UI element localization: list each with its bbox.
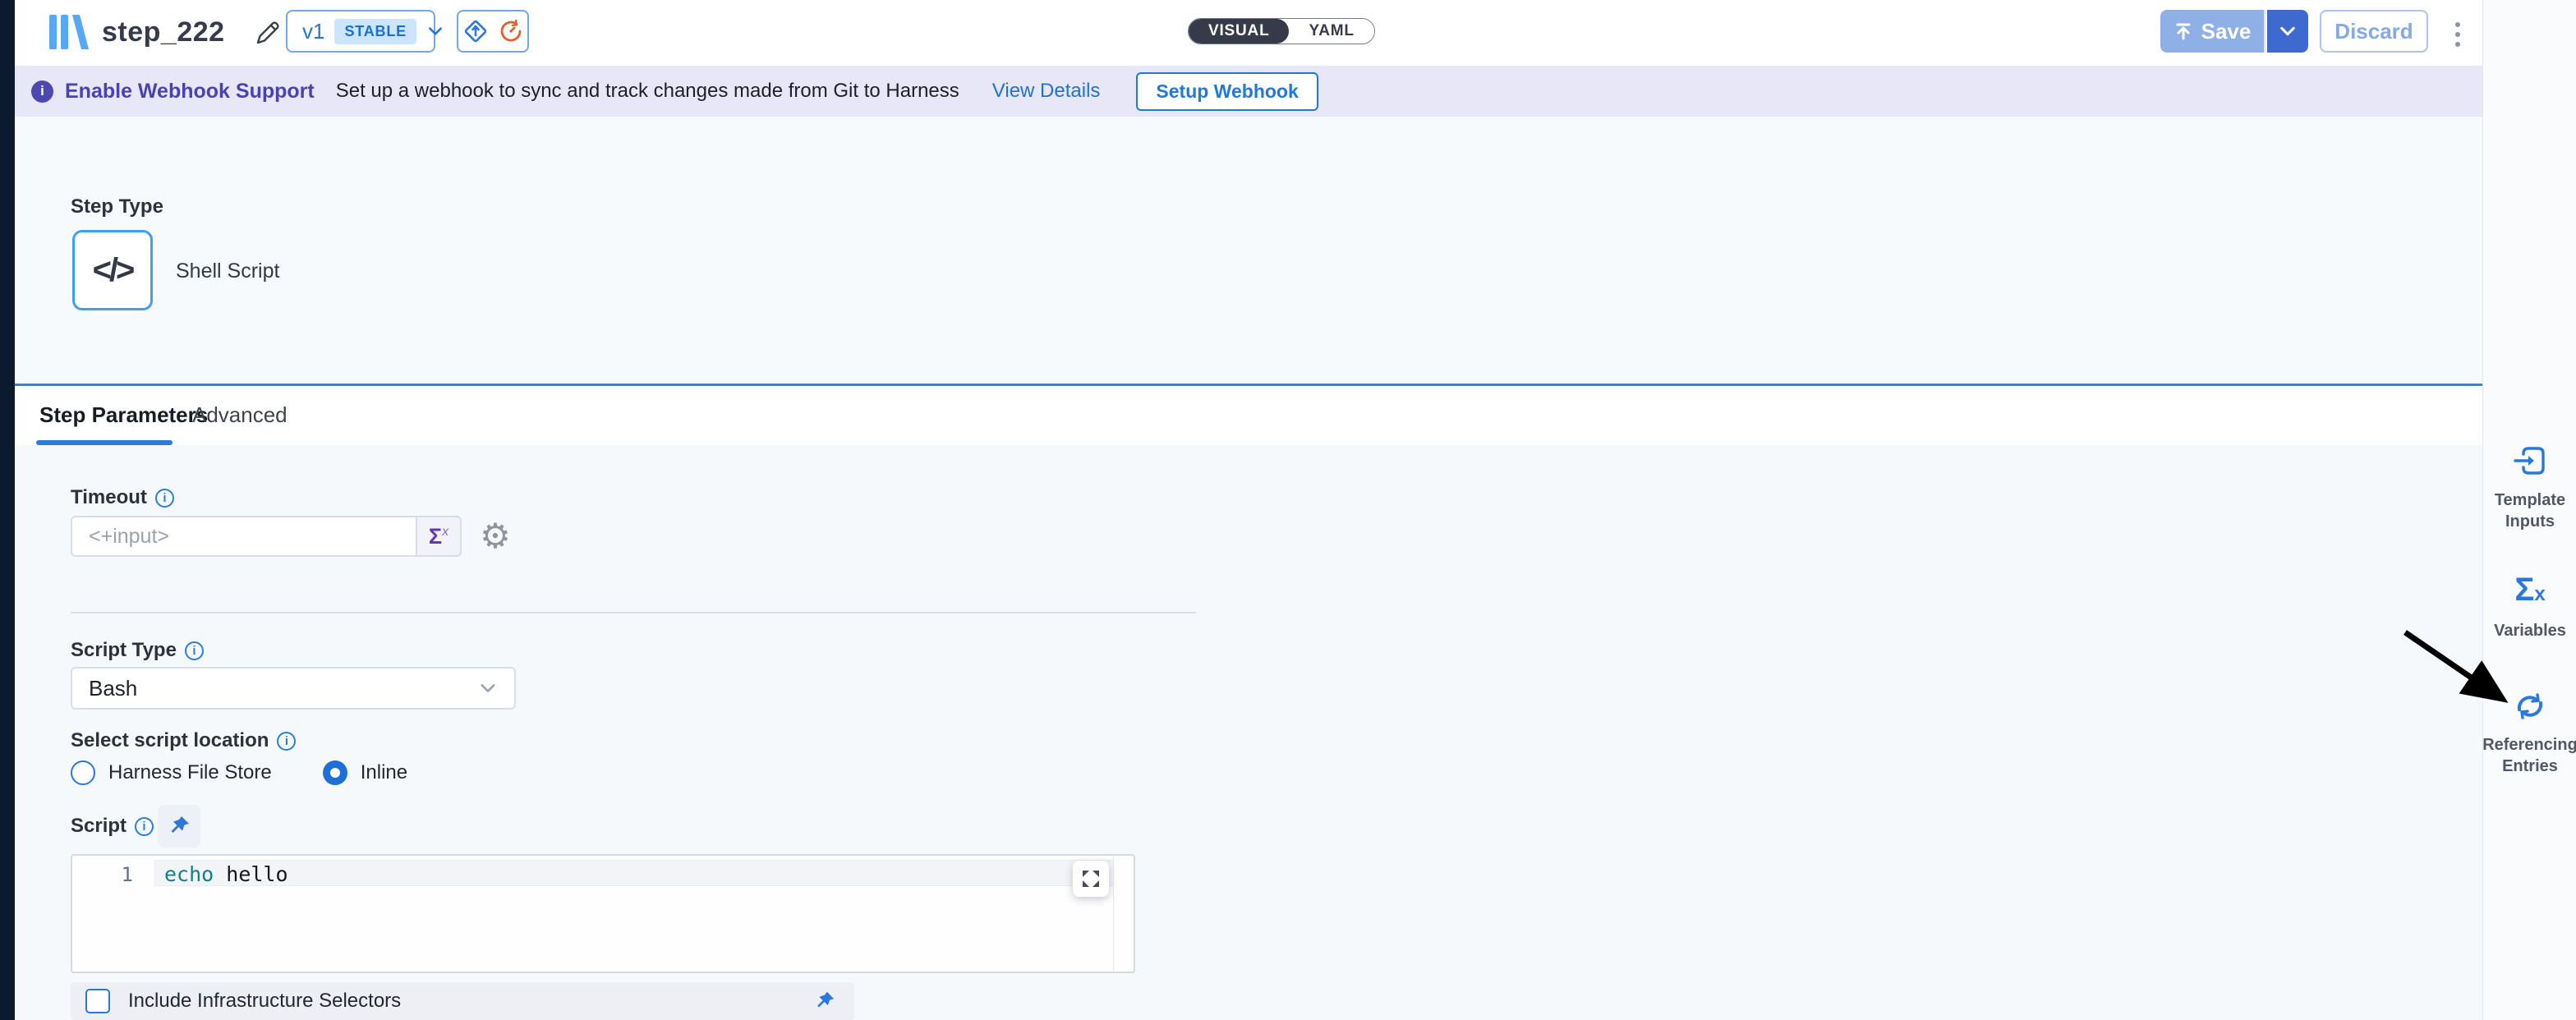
include-infra-label: Include Infrastructure Selectors (128, 990, 401, 1013)
banner-title: Enable Webhook Support (65, 80, 315, 103)
setup-webhook-button[interactable]: Setup Webhook (1136, 72, 1318, 111)
expression-input-type-button[interactable]: Σx (416, 516, 462, 557)
line-number: 1 (89, 863, 133, 886)
toggle-yaml[interactable]: YAML (1289, 19, 1373, 44)
include-infra-checkbox[interactable] (85, 989, 110, 1013)
edit-title-icon[interactable] (253, 18, 283, 48)
step-type-value: Shell Script (176, 260, 279, 283)
version-selector[interactable]: v1 STABLE (286, 10, 435, 53)
discard-button[interactable]: Discard (2320, 10, 2428, 53)
chevron-down-icon (478, 678, 498, 698)
webhook-banner: i Enable Webhook Support Set up a webhoo… (15, 66, 2482, 117)
info-icon[interactable]: i (135, 817, 154, 836)
step-type-card[interactable]: </> (72, 230, 153, 310)
code-slash-icon: </> (93, 252, 133, 289)
view-details-link[interactable]: View Details (992, 80, 1101, 103)
code-line[interactable]: echo hello (164, 862, 288, 886)
timeout-input[interactable] (71, 516, 416, 557)
template-studio-page: step_222 v1 STABLE (0, 0, 2576, 1020)
current-line-highlight (154, 860, 1114, 886)
collapsed-left-nav[interactable] (0, 0, 15, 1020)
script-type-label: Script Typei (71, 639, 204, 662)
upload-icon (2174, 21, 2193, 41)
expand-editor-button[interactable] (1073, 861, 1109, 897)
radio-inline[interactable] (323, 760, 347, 785)
tab-step-parameters[interactable]: Step Parameters (39, 402, 208, 428)
radio-label[interactable]: Harness File Store (108, 761, 272, 784)
chevron-down-icon (426, 22, 444, 40)
tab-bar (15, 388, 2482, 445)
toggle-visual[interactable]: VISUAL (1189, 19, 1289, 44)
info-icon[interactable]: i (185, 641, 204, 660)
banner-message: Set up a webhook to sync and track chang… (336, 80, 959, 103)
info-icon[interactable]: i (155, 489, 174, 508)
pin-script-button[interactable] (158, 805, 200, 848)
header: step_222 v1 STABLE (15, 0, 2482, 66)
visual-yaml-toggle: VISUAL YAML (1188, 18, 1375, 44)
gear-icon[interactable]: ⚙ (476, 517, 514, 555)
tab-advanced[interactable]: Advanced (192, 402, 288, 428)
script-code-editor[interactable]: 1 echo hello (71, 854, 1135, 973)
sidebar-item-variables[interactable]: Σx Variables (2483, 572, 2576, 641)
step-type-section (15, 117, 2482, 386)
panel-label: Template Inputs (2495, 489, 2565, 532)
pin-icon[interactable] (813, 990, 836, 1013)
radio-harness-file-store[interactable] (71, 760, 95, 785)
radio-label[interactable]: Inline (361, 761, 407, 784)
info-icon[interactable]: i (277, 732, 296, 751)
timeout-label: Timeouti (71, 486, 174, 509)
sidebar-item-template-inputs[interactable]: Template Inputs (2483, 443, 2576, 532)
page-title: step_222 (102, 16, 225, 48)
version-label: v1 (302, 19, 324, 44)
minimap-divider (1113, 856, 1114, 972)
section-divider (71, 612, 1196, 613)
template-meta-icons[interactable] (457, 10, 529, 53)
save-button[interactable]: Save (2160, 10, 2266, 53)
save-label: Save (2201, 19, 2252, 44)
panel-label: Variables (2494, 620, 2566, 641)
step-type-label: Step Type (71, 195, 163, 218)
include-infra-row: Include Infrastructure Selectors (71, 982, 854, 1020)
template-inputs-icon (2512, 443, 2548, 478)
sidebar-item-referencing-entries[interactable]: Referencing Entries (2483, 690, 2576, 777)
harness-logo-icon (48, 13, 90, 51)
timer-icon (498, 18, 524, 44)
script-type-dropdown[interactable]: Bash (71, 667, 516, 710)
expand-icon (1080, 868, 1102, 889)
more-options-kebab-icon[interactable] (2450, 16, 2466, 53)
script-label: Scripti (71, 815, 154, 838)
script-location-radio-group: Harness File Store Inline (71, 760, 407, 785)
save-options-caret[interactable] (2267, 10, 2308, 53)
sigma-expression-icon: Σx (429, 524, 448, 549)
variables-icon: Σx (2514, 572, 2545, 609)
pin-icon (167, 814, 191, 839)
referencing-entries-icon (2513, 690, 2547, 723)
info-icon: i (31, 80, 53, 103)
script-type-value: Bash (89, 676, 478, 701)
right-sidebar: Template Inputs Σx Variables Referencing (2482, 0, 2576, 1020)
stable-badge: STABLE (334, 19, 416, 44)
template-diamond-icon (462, 17, 490, 45)
script-location-label: Select script locationi (71, 729, 296, 752)
panel-label: Referencing Entries (2482, 734, 2576, 777)
